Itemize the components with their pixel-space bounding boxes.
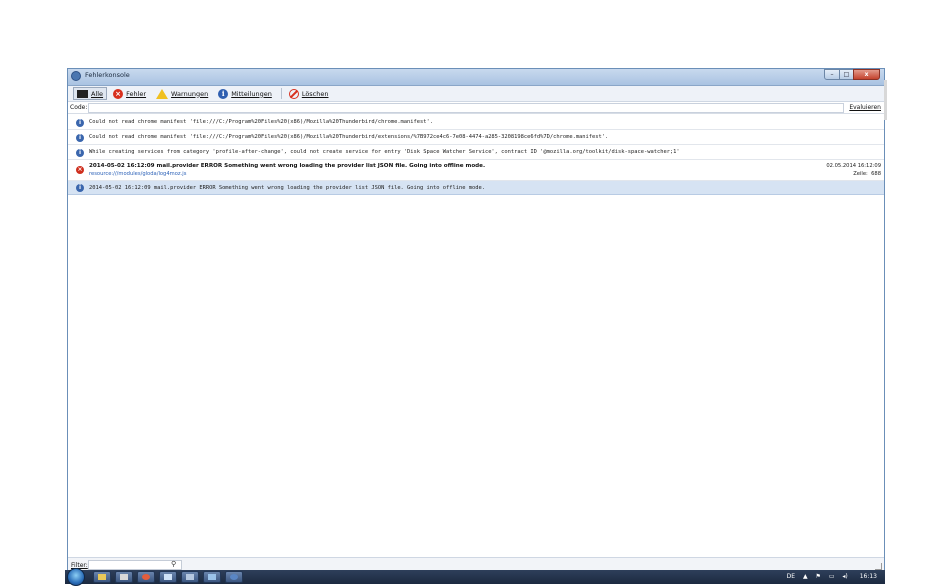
all-label: Alle xyxy=(91,89,104,98)
code-label: Code: xyxy=(70,104,88,111)
line-number: 688 xyxy=(871,171,881,177)
toolbar-divider xyxy=(280,88,282,99)
background-window-edge xyxy=(884,80,887,120)
minimize-button[interactable]: – xyxy=(824,69,840,80)
messages-button[interactable]: i Mitteilungen xyxy=(214,87,276,100)
list-item[interactable]: × 2014-05-02 16:12:09 mail.provider ERRO… xyxy=(68,160,884,181)
search-icon: ⚲ xyxy=(171,560,177,568)
close-button[interactable]: x xyxy=(853,69,880,80)
message-icon: i xyxy=(76,119,84,127)
message-icon: i xyxy=(76,134,84,142)
maximize-button[interactable]: □ xyxy=(839,69,854,80)
errors-label: Fehler xyxy=(126,89,147,98)
all-icon xyxy=(77,89,88,98)
window-title: Fehlerkonsole xyxy=(85,71,130,79)
title-bar[interactable]: Fehlerkonsole – □ x xyxy=(68,69,884,86)
message-text: 2014-05-02 16:12:09 mail.provider ERROR … xyxy=(89,185,485,191)
code-row: Code: Evaluieren xyxy=(68,103,884,114)
clear-label: Löschen xyxy=(301,89,329,98)
list-item-selected[interactable]: i 2014-05-02 16:12:09 mail.provider ERRO… xyxy=(68,181,884,195)
clear-button[interactable]: Löschen xyxy=(285,87,333,100)
network-icon[interactable]: ▭ xyxy=(829,573,835,580)
errors-button[interactable]: × Fehler xyxy=(109,87,150,100)
warnings-button[interactable]: Warnungen xyxy=(152,87,212,100)
taskbar-app-5[interactable] xyxy=(181,571,199,583)
error-icon: × xyxy=(113,88,124,99)
message-text: Could not read chrome manifest 'file:///… xyxy=(89,134,609,140)
taskbar-thunderbird[interactable] xyxy=(225,571,243,583)
start-button[interactable] xyxy=(67,568,85,586)
source-link[interactable]: resource:///modules/gloda/log4moz.js xyxy=(89,171,186,177)
taskbar-explorer[interactable] xyxy=(93,571,111,583)
all-button[interactable]: Alle xyxy=(73,87,108,100)
error-console-window: Fehlerkonsole – □ x Alle × Fehler Warnun… xyxy=(67,68,885,573)
caption-buttons: – □ x xyxy=(824,69,880,80)
info-icon: i xyxy=(218,88,229,99)
message-text: Could not read chrome manifest 'file:///… xyxy=(89,119,434,125)
flag-icon[interactable]: ⚑ xyxy=(816,573,821,580)
filter-toolbar: Alle × Fehler Warnungen i Mitteilungen L… xyxy=(68,86,884,102)
message-list[interactable]: i Could not read chrome manifest 'file:/… xyxy=(68,115,884,555)
error-date: 02.05.2014 16:12:09 xyxy=(826,163,881,169)
taskbar-app-6[interactable] xyxy=(203,571,221,583)
message-icon: i xyxy=(76,149,84,157)
message-text: While creating services from category 'p… xyxy=(89,149,680,155)
list-item[interactable]: i Could not read chrome manifest 'file:/… xyxy=(68,115,884,130)
warnings-label: Warnungen xyxy=(171,89,209,98)
clear-icon xyxy=(288,88,299,99)
app-icon xyxy=(71,71,81,81)
evaluate-button[interactable]: Evaluieren xyxy=(849,104,881,111)
list-item[interactable]: i Could not read chrome manifest 'file:/… xyxy=(68,130,884,145)
error-line: Zeile: 688 xyxy=(853,171,881,177)
tray-expand-icon[interactable]: ▲ xyxy=(803,573,808,580)
code-input[interactable] xyxy=(88,103,844,113)
taskbar-acrobat[interactable] xyxy=(115,571,133,583)
taskbar-chrome[interactable] xyxy=(137,571,155,583)
messages-label: Mitteilungen xyxy=(231,89,272,98)
clock[interactable]: 16:13 xyxy=(860,573,877,580)
message-icon: i xyxy=(76,184,84,192)
error-text: 2014-05-02 16:12:09 mail.provider ERROR … xyxy=(89,163,486,169)
error-icon: × xyxy=(76,166,84,174)
taskbar: DE ▲ ⚑ ▭ ◂) 16:13 xyxy=(65,568,885,586)
warning-icon xyxy=(156,88,169,99)
system-tray: DE ▲ ⚑ ▭ ◂) 16:13 xyxy=(781,573,877,580)
list-item[interactable]: i While creating services from category … xyxy=(68,145,884,160)
filter-input[interactable] xyxy=(88,560,182,570)
language-indicator[interactable]: DE xyxy=(787,573,795,580)
line-label: Zeile: xyxy=(853,171,868,177)
volume-icon[interactable]: ◂) xyxy=(842,573,847,580)
taskbar-app-4[interactable] xyxy=(159,571,177,583)
resize-grip[interactable] xyxy=(875,563,882,570)
